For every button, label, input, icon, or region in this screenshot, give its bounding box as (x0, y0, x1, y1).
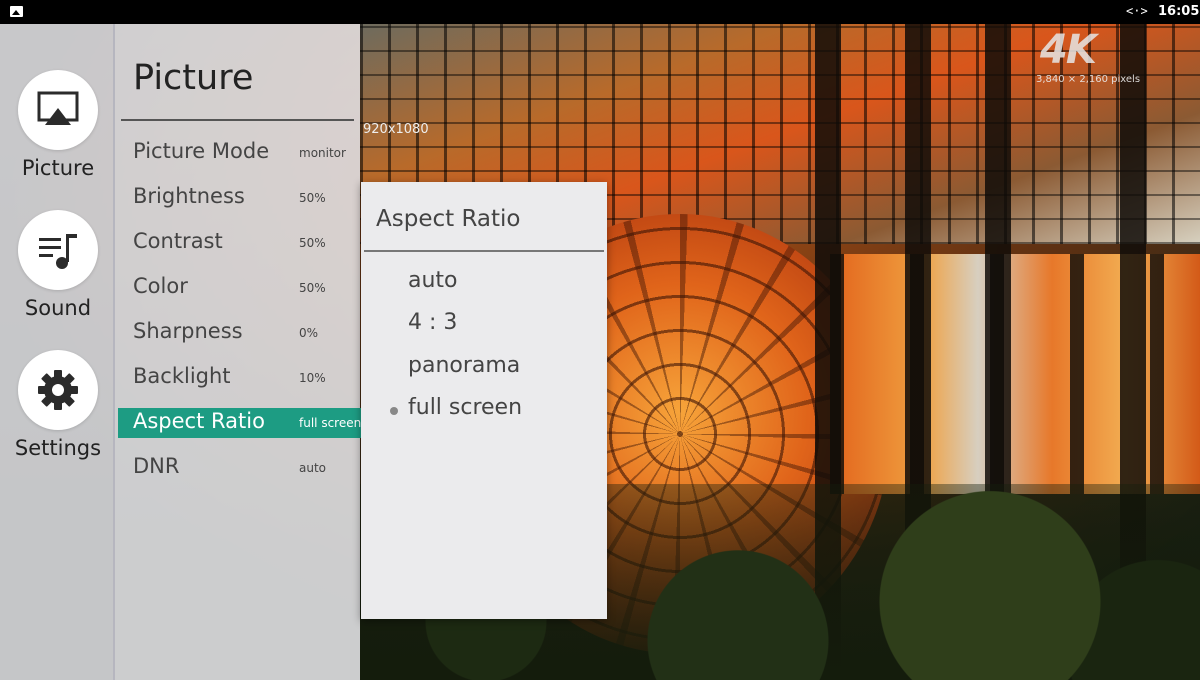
clock: 16:05 (1158, 4, 1200, 19)
category-sidebar: Picture Sound Settings (0, 24, 115, 680)
menu-item-label: Sharpness (133, 319, 243, 343)
menu-item-label: Contrast (133, 229, 223, 253)
menu-item-dnr[interactable]: DNR auto (118, 453, 363, 483)
option-4-3[interactable]: 4 : 3 (361, 308, 607, 342)
sidebar-item-label: Settings (14, 436, 102, 460)
menu-item-label: Aspect Ratio (133, 409, 265, 433)
menu-item-value: 10% (299, 371, 326, 385)
sidebar-item-label: Picture (21, 156, 95, 180)
menu-item-value: auto (299, 461, 327, 475)
sidebar-item-label: Sound (24, 296, 92, 320)
gear-icon (38, 370, 78, 410)
option-label: panorama (408, 353, 521, 378)
sidebar-circle (18, 70, 98, 150)
picture-settings-panel: Picture Picture Mode monitor Brightness … (115, 24, 363, 680)
menu-item-backlight[interactable]: Backlight 10% (118, 363, 363, 393)
menu-item-value: 50% (299, 236, 326, 250)
option-label: full screen (408, 395, 523, 420)
popup-title: Aspect Ratio (376, 206, 521, 232)
status-bar: <·> 16:05 (0, 0, 1200, 24)
option-panorama[interactable]: panorama (361, 351, 607, 385)
menu-item-label: Color (133, 274, 188, 298)
menu-item-label: Picture Mode (133, 139, 270, 163)
badge-dimensions: 3,840 × 2,160 pixels (1036, 74, 1141, 85)
option-label: auto (408, 268, 458, 293)
menu-item-aspect-ratio[interactable]: Aspect Ratio full screen (118, 408, 363, 438)
video-info-text: 920x1080 (363, 122, 429, 137)
code-icon: <·> (1126, 4, 1148, 18)
menu-item-contrast[interactable]: Contrast 50% (118, 228, 363, 258)
menu-item-value: 50% (299, 281, 326, 295)
menu-item-sharpness[interactable]: Sharpness 0% (118, 318, 363, 348)
divider (364, 250, 604, 252)
menu-item-value: 50% (299, 191, 326, 205)
music-playlist-icon (39, 234, 77, 269)
page-title: Picture (133, 58, 254, 98)
option-full-screen[interactable]: full screen (361, 393, 607, 427)
selected-dot-icon (390, 407, 398, 415)
option-label: 4 : 3 (408, 310, 458, 335)
menu-item-value: full screen (299, 416, 362, 430)
gallery-icon (10, 6, 23, 17)
resolution-badge: 4K 3,840 × 2,160 pixels (1036, 27, 1140, 85)
menu-item-label: Backlight (133, 364, 231, 388)
menu-item-brightness[interactable]: Brightness 50% (118, 183, 363, 213)
menu-item-value: monitor (299, 146, 346, 160)
sidebar-circle (18, 350, 98, 430)
badge-logo: 4K (1040, 27, 1097, 73)
menu-item-color[interactable]: Color 50% (118, 273, 363, 303)
airplay-icon (37, 91, 79, 125)
menu-item-picture-mode[interactable]: Picture Mode monitor (118, 138, 363, 168)
divider (121, 119, 354, 121)
aspect-ratio-popup: Aspect Ratio auto 4 : 3 panorama full sc… (361, 182, 607, 619)
option-auto[interactable]: auto (361, 266, 607, 300)
menu-item-label: Brightness (133, 184, 245, 208)
menu-item-value: 0% (299, 326, 319, 340)
menu-item-label: DNR (133, 454, 180, 478)
sidebar-circle (18, 210, 98, 290)
